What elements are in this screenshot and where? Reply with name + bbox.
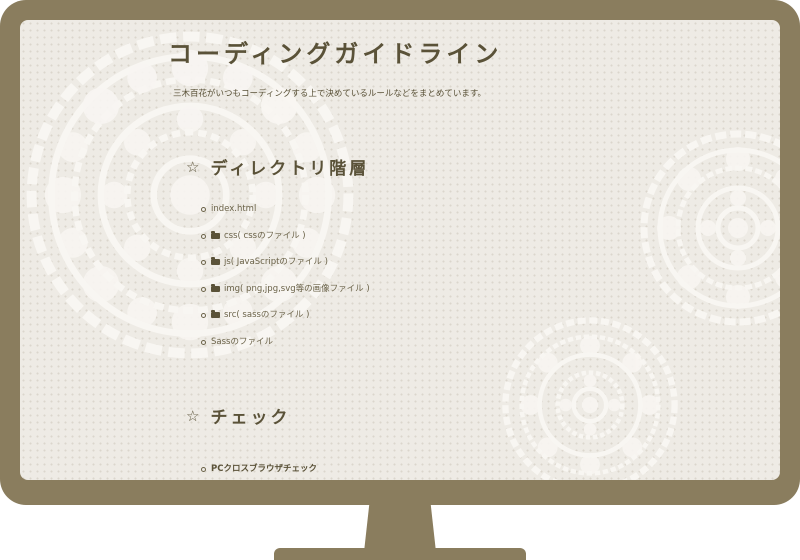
- section-title-text: チェック: [210, 408, 291, 428]
- directory-list: index.html css( cssのファイル ) js( JavaScrip…: [201, 203, 370, 362]
- list-item: js( JavaScriptのファイル ): [201, 256, 370, 283]
- section-title-check: ☆ チェック: [186, 403, 291, 429]
- page-intro: 三木百花がいつもコーディングする上で決めているルールなどをまとめています。: [173, 89, 487, 99]
- list-item: index.html: [201, 203, 370, 230]
- folder-icon: [211, 283, 220, 292]
- monitor-base: [274, 548, 526, 560]
- list-item: Sassのファイル: [201, 336, 370, 363]
- monitor-frame: コーディングガイドライン 三木百花がいつもコーディングする上で決めているルールな…: [0, 0, 800, 505]
- folder-icon: [211, 230, 220, 239]
- list-item-label: src( sassのファイル ): [224, 310, 310, 320]
- page-title: コーディングガイドライン: [168, 40, 503, 68]
- section-title-directory: ☆ ディレクトリ階層: [186, 154, 370, 180]
- monitor-screen[interactable]: コーディングガイドライン 三木百花がいつもコーディングする上で決めているルールな…: [20, 20, 780, 480]
- section-title-text: ディレクトリ階層: [210, 159, 370, 179]
- folder-icon: [211, 310, 220, 318]
- monitor-stand: [364, 500, 436, 552]
- list-item-label: index.html: [211, 204, 257, 214]
- star-outline-icon: ☆: [186, 406, 203, 425]
- folder-icon: [211, 257, 220, 265]
- star-outline-icon: ☆: [186, 157, 203, 176]
- list-item-label: PCクロスブラウザチェック: [211, 464, 317, 474]
- list-item: src( sassのファイル ): [201, 309, 370, 336]
- list-item: img( png,jpg,svg等の画像ファイル ): [201, 283, 370, 310]
- list-item-label: js( JavaScriptのファイル ): [224, 257, 328, 267]
- list-item: PCクロスブラウザチェック: [201, 463, 317, 480]
- list-item-label: css( cssのファイル ): [224, 230, 306, 241]
- page-content: コーディングガイドライン 三木百花がいつもコーディングする上で決めているルールな…: [20, 20, 780, 480]
- list-item-label: Sassのファイル: [211, 336, 273, 347]
- list-item-label: img( png,jpg,svg等の画像ファイル ): [224, 283, 370, 294]
- list-item: css( cssのファイル ): [201, 230, 370, 257]
- check-list: PCクロスブラウザチェック: [201, 463, 317, 480]
